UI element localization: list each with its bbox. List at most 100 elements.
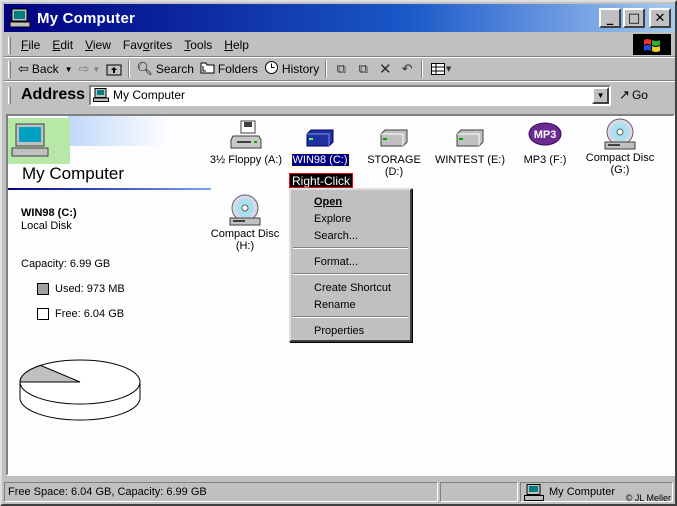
hard-drive-icon [453, 120, 487, 152]
context-menu: Open Explore Search... Format... Create … [289, 188, 412, 342]
toolbar-separator [421, 60, 424, 78]
my-computer-banner-icon [8, 116, 168, 164]
context-explore[interactable]: Explore [291, 211, 410, 227]
toolbar-grip[interactable] [8, 60, 11, 78]
status-empty-panel [440, 482, 518, 502]
copy-to-icon: ⧉ [358, 61, 368, 77]
context-separator [293, 247, 408, 249]
folders-icon [200, 61, 215, 78]
minimize-button[interactable]: _ [599, 8, 621, 28]
go-button[interactable]: ↗ Go [619, 88, 648, 103]
cd-drive-icon [603, 118, 637, 150]
copy-to-button[interactable]: ⧉ [354, 60, 372, 78]
close-icon: ✕ [654, 10, 666, 26]
used-space: Used: 973 MB [55, 283, 125, 295]
menu-grip[interactable] [8, 36, 11, 54]
context-search[interactable]: Search... [291, 228, 410, 244]
maximize-button[interactable]: □ [623, 8, 645, 28]
disk-usage-pie-chart [19, 359, 141, 421]
views-button[interactable]: ▼ [428, 60, 454, 78]
explorer-window: My Computer _ □ ✕ File Edit View Favorit… [0, 0, 677, 506]
selected-drive-name: WIN98 (C:) [21, 207, 77, 219]
minimize-icon: _ [606, 10, 614, 26]
context-separator [293, 316, 408, 318]
mp3-drive-icon: MP3 [528, 120, 562, 152]
status-bar: Free Space: 6.04 GB, Capacity: 6.99 GB M… [4, 480, 675, 504]
menu-bar: File Edit View Favorites Tools Help [4, 34, 675, 56]
back-dropdown-icon: ▼ [64, 64, 73, 74]
back-button[interactable]: ⇦ Back ▼ [15, 59, 76, 79]
copyright-watermark: © JL Meller [625, 493, 671, 503]
menu-view[interactable]: View [79, 38, 117, 52]
address-dropdown-button[interactable]: ▼ [592, 86, 610, 104]
status-zone: My Computer [549, 486, 616, 498]
menu-edit[interactable]: Edit [46, 38, 79, 52]
windows-logo-icon [633, 34, 671, 55]
address-input[interactable]: My Computer ▼ [89, 84, 612, 106]
address-grip[interactable] [8, 86, 11, 104]
folders-button[interactable]: Folders [197, 59, 261, 79]
views-icon [431, 63, 446, 75]
back-arrow-icon: ⇦ [18, 61, 29, 77]
svg-text:MP3: MP3 [534, 129, 557, 141]
context-separator [293, 273, 408, 275]
forward-arrow-icon: ⇨ [78, 61, 90, 77]
address-value: My Computer [113, 88, 186, 102]
floppy-drive-icon [229, 120, 263, 152]
address-label: Address [21, 86, 86, 103]
delete-button[interactable]: ✕ [376, 60, 394, 78]
up-folder-button[interactable] [105, 60, 123, 78]
context-properties[interactable]: Properties [291, 323, 410, 339]
web-view-panel: My Computer WIN98 (C:) Local Disk Capaci… [8, 116, 213, 474]
right-click-tooltip: Right-Click [289, 173, 354, 188]
move-to-icon: ⧉ [336, 61, 346, 77]
forward-dropdown-icon: ▼ [92, 64, 101, 74]
move-to-button[interactable]: ⧉ [332, 60, 350, 78]
menu-tools[interactable]: Tools [178, 38, 218, 52]
hard-drive-icon [303, 120, 337, 152]
context-rename[interactable]: Rename [291, 297, 410, 313]
menu-file[interactable]: File [15, 38, 46, 52]
history-icon [264, 60, 279, 79]
panel-title: My Computer [22, 164, 125, 183]
used-space-swatch [37, 283, 49, 295]
toolbar-separator [128, 60, 131, 78]
address-bar: Address My Computer ▼ ↗ Go [4, 82, 675, 108]
search-icon: 🔍︎ [136, 61, 153, 77]
drive-compact-disc-h[interactable]: Compact Disc (H:) [200, 194, 290, 252]
delete-icon: ✕ [378, 60, 392, 78]
undo-button[interactable]: ↶ [398, 60, 416, 78]
undo-icon: ↶ [401, 61, 413, 77]
context-create-shortcut[interactable]: Create Shortcut [291, 280, 410, 296]
up-folder-icon [106, 64, 122, 76]
my-computer-small-icon [524, 483, 544, 501]
window-title: My Computer [37, 9, 136, 27]
menu-help[interactable]: Help [218, 38, 255, 52]
forward-button[interactable]: ⇨ ▼ [76, 59, 104, 79]
selected-drive-type: Local Disk [21, 220, 72, 232]
chevron-down-icon: ▼ [596, 90, 605, 100]
close-button[interactable]: ✕ [649, 8, 671, 28]
menu-favorites[interactable]: Favorites [117, 38, 178, 52]
search-button[interactable]: 🔍︎ Search [133, 59, 197, 79]
context-format[interactable]: Format... [291, 254, 410, 270]
cd-drive-icon [228, 194, 262, 226]
my-computer-small-icon [93, 88, 110, 102]
history-button[interactable]: History [261, 59, 322, 79]
drive-capacity: Capacity: 6.99 GB [21, 258, 111, 270]
standard-toolbar: ⇦ Back ▼ ⇨ ▼ 🔍︎ Search Folders History ⧉… [4, 58, 675, 80]
views-dropdown-icon: ▼ [446, 65, 452, 73]
folder-view[interactable]: My Computer WIN98 (C:) Local Disk Capaci… [6, 114, 675, 476]
title-bar[interactable]: My Computer _ □ ✕ [4, 4, 675, 32]
panel-title-rule [8, 188, 211, 190]
free-space: Free: 6.04 GB [55, 308, 125, 320]
drive-compact-disc-g[interactable]: Compact Disc (G:) [575, 118, 665, 176]
my-computer-icon [9, 8, 31, 28]
context-open[interactable]: Open [291, 194, 410, 210]
maximize-icon: □ [627, 10, 641, 26]
status-free-space: Free Space: 6.04 GB, Capacity: 6.99 GB [4, 482, 438, 502]
go-arrow-icon: ↗ [619, 87, 630, 103]
toolbar-separator [325, 60, 328, 78]
free-space-swatch [37, 308, 49, 320]
hard-drive-icon [377, 120, 411, 152]
